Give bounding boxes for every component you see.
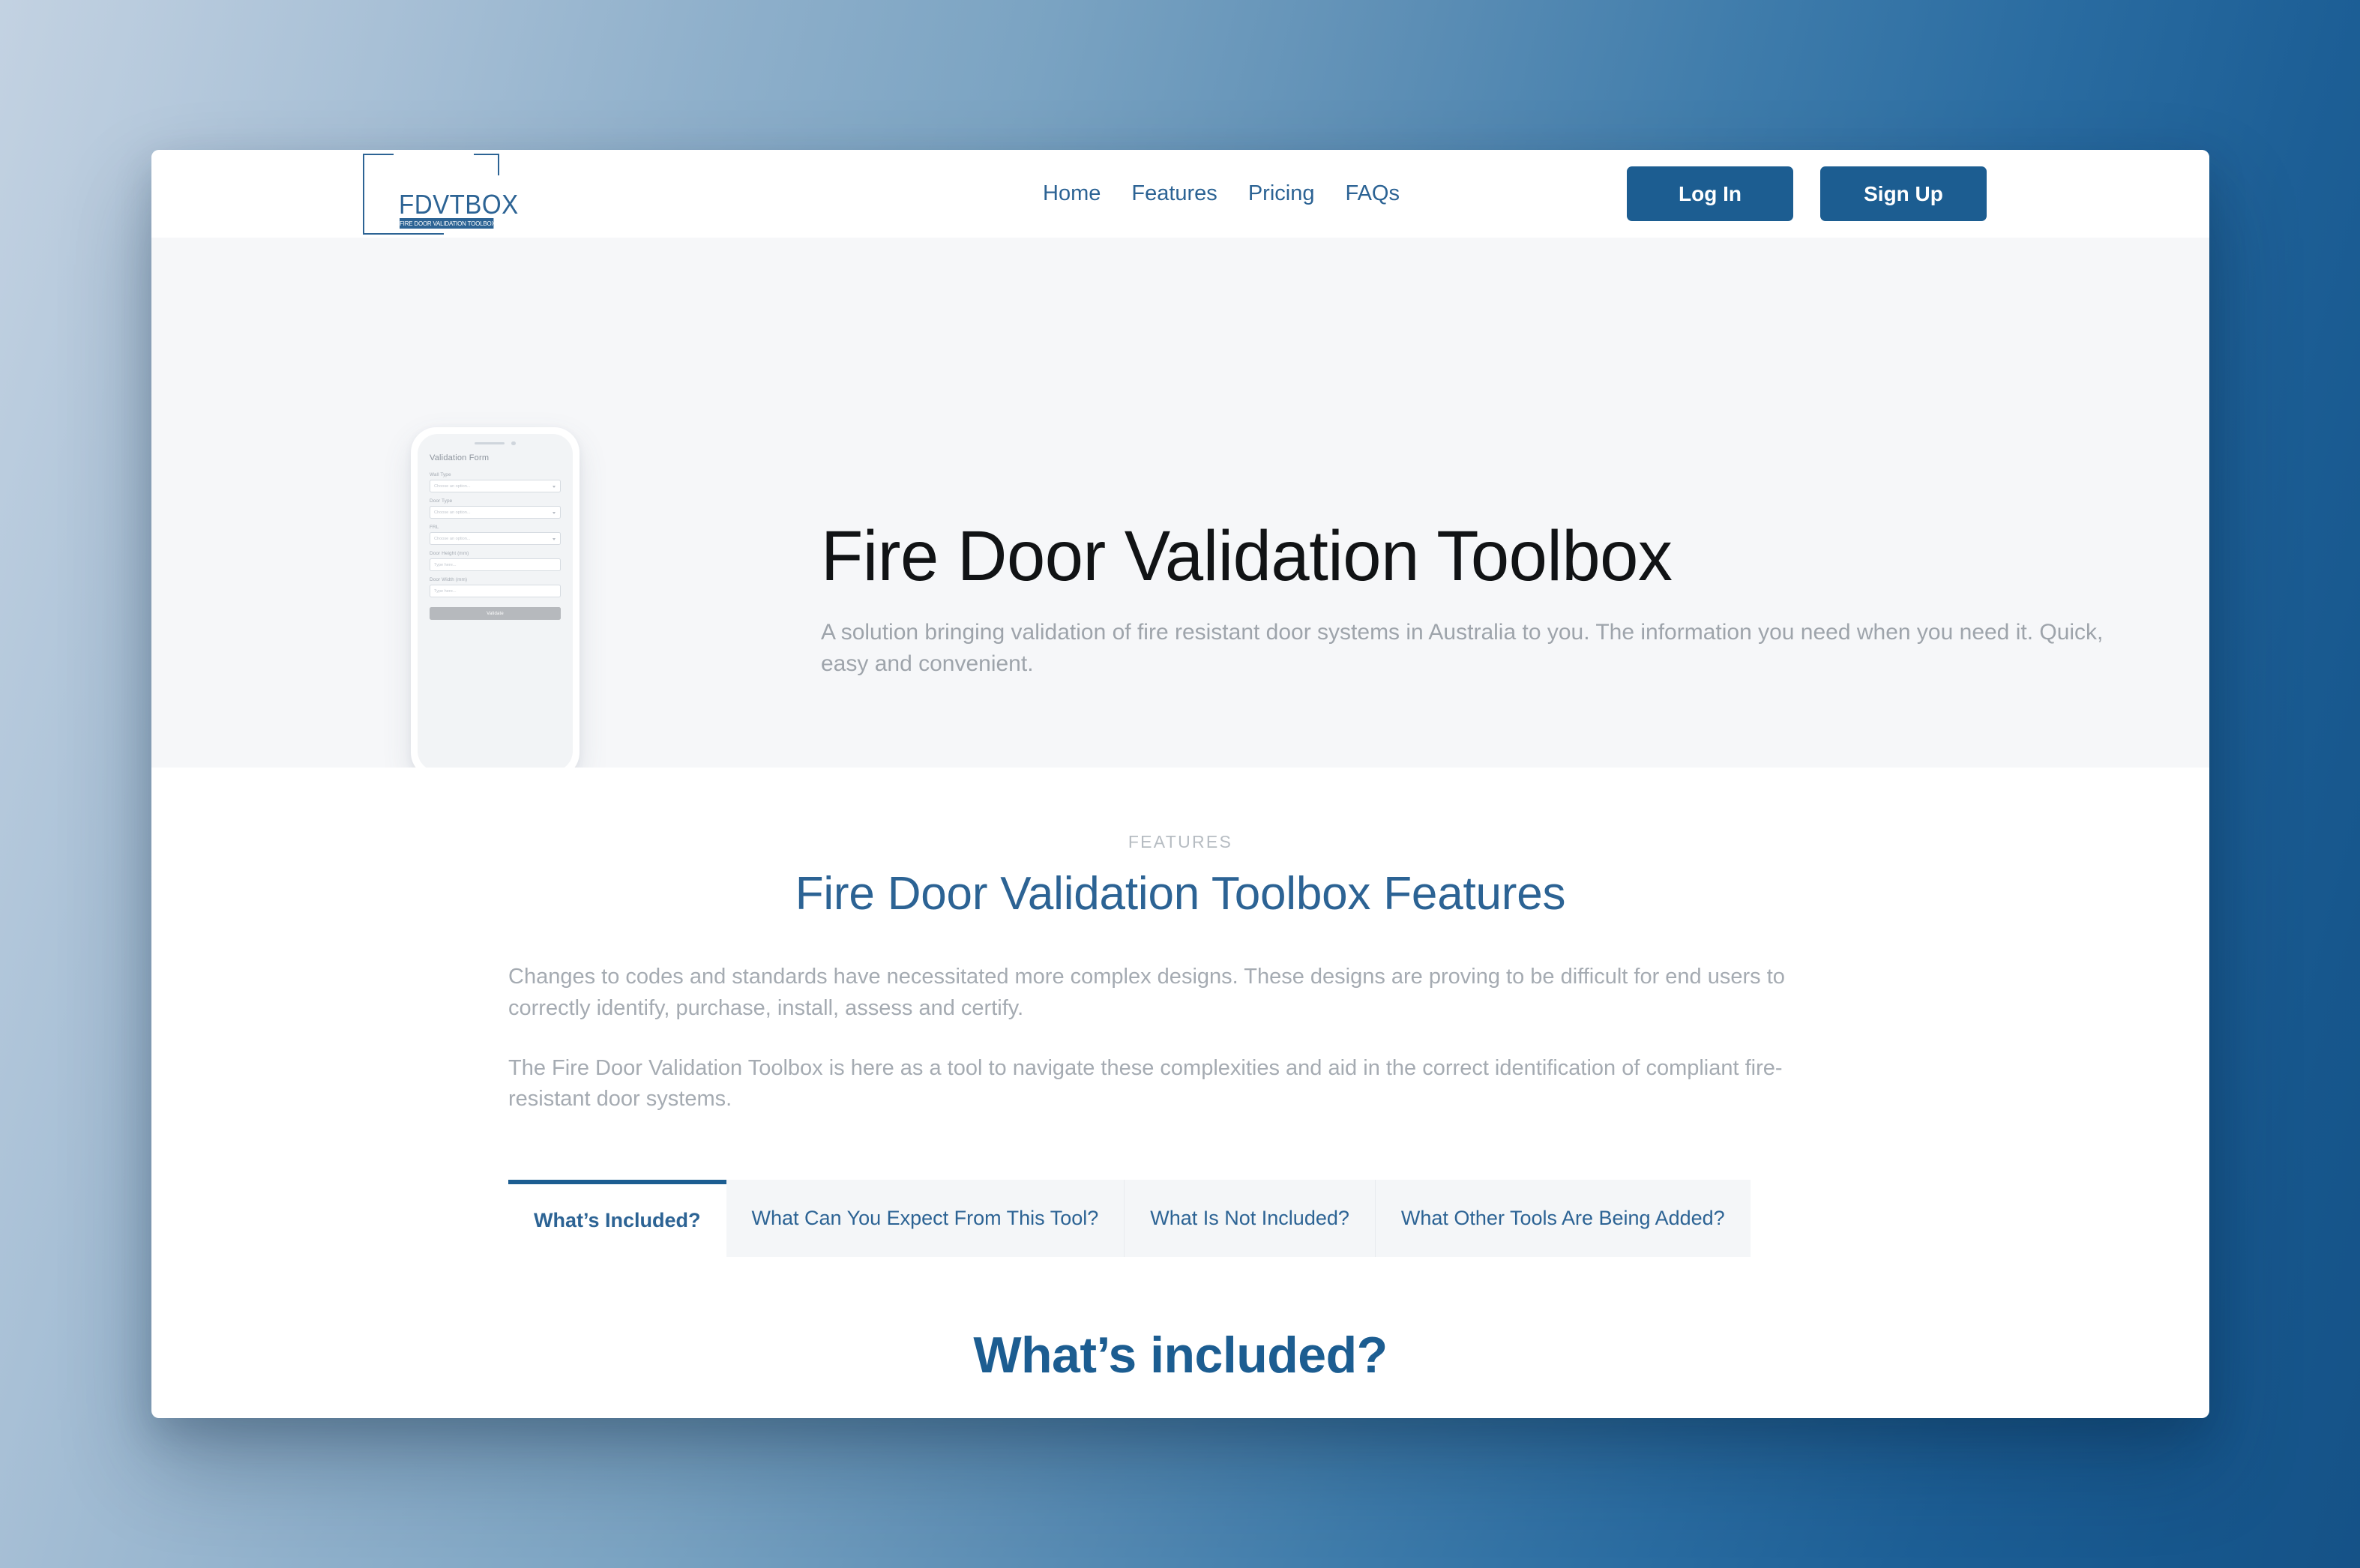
phone-screen: Validation Form Wall Type Choose an opti… [418, 434, 573, 771]
hero-title: Fire Door Validation Toolbox [821, 516, 1673, 596]
phone-field-door-width: Door Width (mm) Type here... [430, 577, 561, 597]
phone-form-title: Validation Form [430, 453, 490, 462]
nav-link-pricing[interactable]: Pricing [1248, 181, 1315, 206]
tab-what-can-you-expect[interactable]: What Can You Expect From This Tool? [726, 1180, 1125, 1257]
features-eyebrow: FEATURES [1128, 832, 1233, 851]
features-body: Changes to codes and standards have nece… [508, 962, 1852, 1115]
logo-wordmark: FDVTBOX [399, 189, 519, 220]
phone-validate-button[interactable]: Validate [430, 607, 561, 620]
tab-what-is-not-included[interactable]: What Is Not Included? [1125, 1180, 1376, 1257]
tab-what-other-tools[interactable]: What Other Tools Are Being Added? [1375, 1180, 1751, 1257]
phone-label-door-type: Door Type [430, 498, 453, 504]
features-section: FEATURES Fire Door Validation Toolbox Fe… [151, 768, 2209, 1384]
nav-link-home[interactable]: Home [1043, 181, 1101, 206]
phone-field-door-type: Door Type Choose an option... [430, 498, 561, 519]
hero-subtitle: A solution bringing validation of fire r… [821, 619, 2104, 677]
phone-field-door-height: Door Height (mm) Type here... [430, 551, 561, 571]
phone-select-wall-type[interactable]: Choose an option... [430, 480, 561, 492]
phone-label-frl: FRL [430, 525, 439, 530]
logo-tagline: FIRE DOOR VALIDATION TOOLBOX [400, 218, 494, 229]
nav-link-faqs[interactable]: FAQs [1345, 181, 1400, 206]
page-card: FDVTBOX FIRE DOOR VALIDATION TOOLBOX Hom… [151, 150, 2209, 1418]
site-header: FDVTBOX FIRE DOOR VALIDATION TOOLBOX Hom… [151, 150, 2209, 238]
header-actions: Log In Sign Up [1627, 150, 1987, 238]
hero-section: Validation Form Wall Type Choose an opti… [151, 238, 2209, 778]
phone-field-frl: FRL Choose an option... [430, 525, 561, 545]
phone-camera-icon [511, 441, 516, 446]
phone-notch [460, 439, 532, 447]
phone-mockup: Validation Form Wall Type Choose an opti… [411, 427, 580, 778]
phone-input-door-height[interactable]: Type here... [430, 558, 561, 571]
brand-logo[interactable]: FDVTBOX FIRE DOOR VALIDATION TOOLBOX [363, 153, 518, 235]
features-title: Fire Door Validation Toolbox Features [795, 868, 1566, 920]
nav-link-features[interactable]: Features [1131, 181, 1217, 206]
tab-whats-included[interactable]: What’s Included? [508, 1180, 726, 1257]
phone-label-door-width: Door Width (mm) [430, 577, 468, 582]
main-nav: Home Features Pricing FAQs [1043, 150, 1400, 238]
hero-text-block: Fire Door Validation Toolbox A solution … [821, 519, 2140, 681]
login-button[interactable]: Log In [1627, 166, 1793, 221]
phone-label-door-height: Door Height (mm) [430, 551, 469, 556]
features-paragraph-2: The Fire Door Validation Toolbox is here… [508, 1055, 1783, 1112]
phone-label-wall-type: Wall Type [430, 472, 451, 477]
phone-speaker-icon [475, 442, 505, 444]
feature-tabs: What’s Included? What Can You Expect Fro… [508, 1180, 1852, 1257]
phone-select-door-type[interactable]: Choose an option... [430, 506, 561, 519]
tab-panel-title: What’s included? [973, 1327, 1388, 1384]
phone-input-door-width[interactable]: Type here... [430, 585, 561, 597]
phone-select-frl[interactable]: Choose an option... [430, 532, 561, 545]
signup-button[interactable]: Sign Up [1820, 166, 1987, 221]
phone-field-wall-type: Wall Type Choose an option... [430, 472, 561, 492]
features-paragraph-1: Changes to codes and standards have nece… [508, 965, 1785, 1020]
